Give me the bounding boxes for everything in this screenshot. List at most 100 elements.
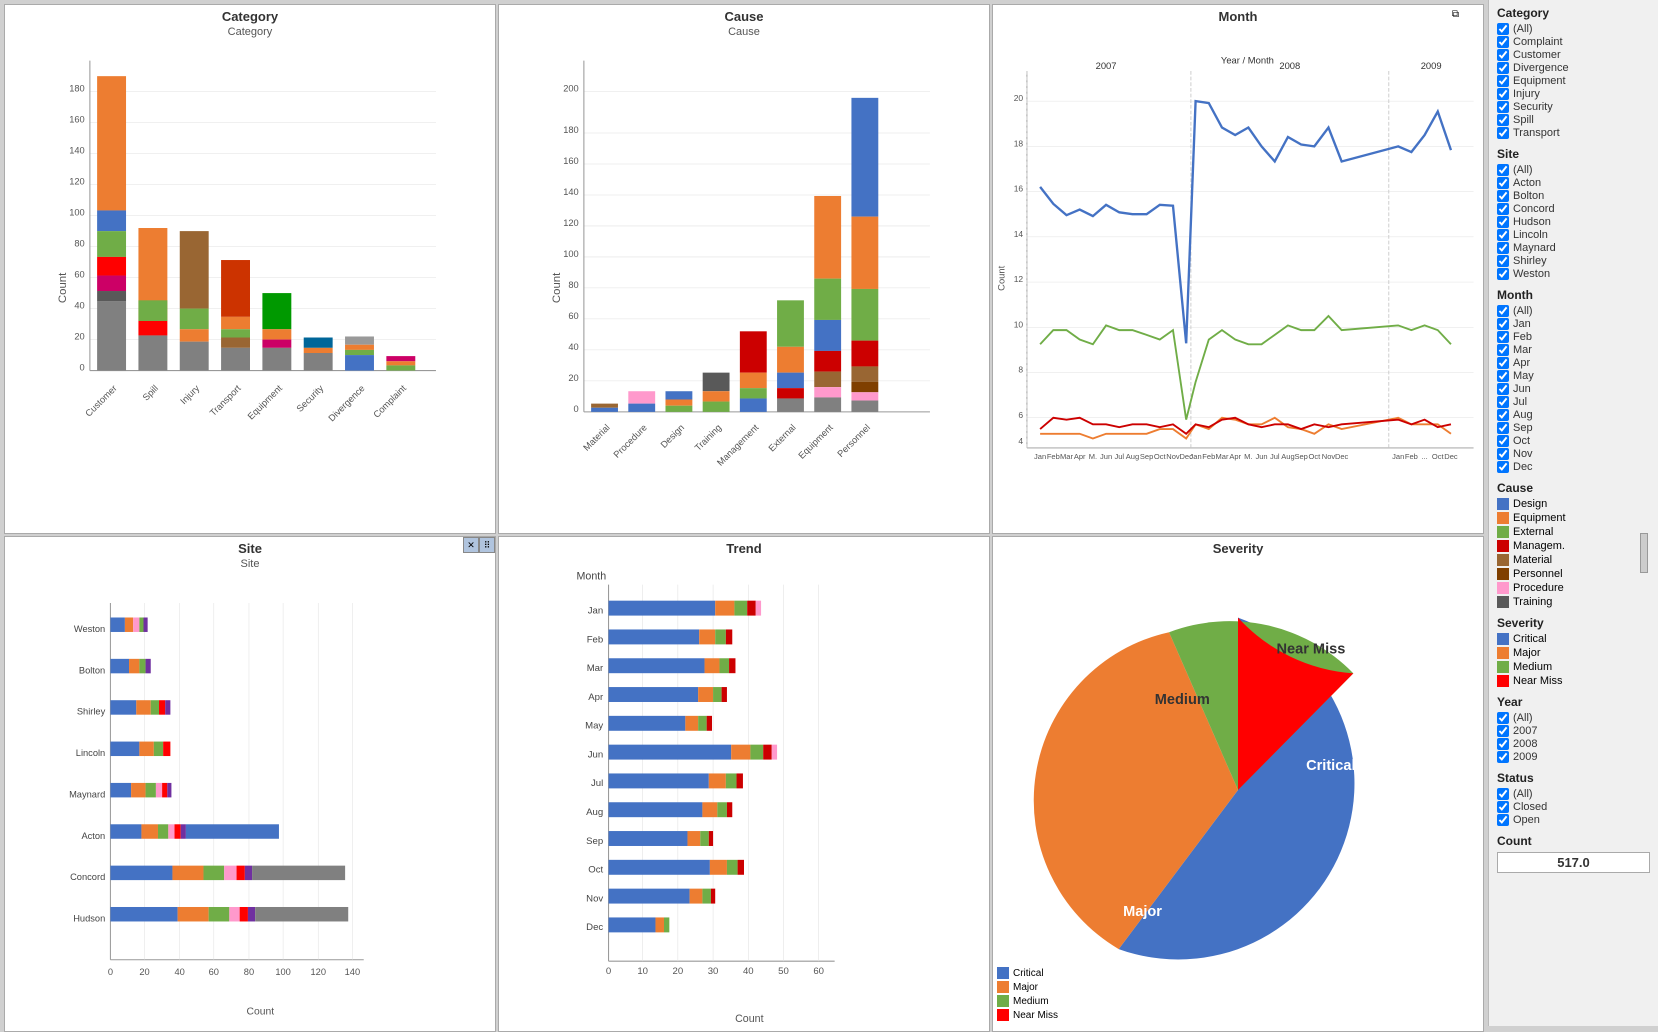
checkbox-status-closed[interactable] xyxy=(1497,801,1509,813)
sidebar-site-weston[interactable]: Weston xyxy=(1497,268,1650,280)
sidebar-cat-complaint[interactable]: Complaint xyxy=(1497,36,1650,48)
bar-procedure-main[interactable] xyxy=(628,391,655,403)
bar-equip-orange[interactable] xyxy=(262,329,291,339)
trend-jun-red[interactable] xyxy=(763,745,772,760)
bar-maynard-red[interactable] xyxy=(162,783,167,797)
bar-equip2-red[interactable] xyxy=(814,351,841,372)
bar-hudson-green[interactable] xyxy=(209,907,230,921)
sidebar-month-all[interactable]: (All) xyxy=(1497,305,1650,317)
bar-mgmt-main[interactable] xyxy=(740,331,767,372)
trend-jan-green[interactable] xyxy=(734,601,747,616)
bar-transport-brown[interactable] xyxy=(221,338,250,348)
bar-concord-orange[interactable] xyxy=(172,866,203,880)
bar-spill-green[interactable] xyxy=(138,300,167,321)
checkbox-month-dec[interactable] xyxy=(1497,461,1509,473)
bar-equip-gray[interactable] xyxy=(262,348,291,371)
bar-mgmt-orange[interactable] xyxy=(740,373,767,388)
bar-training-main[interactable] xyxy=(703,373,730,392)
sidebar-month-may[interactable]: May xyxy=(1497,370,1650,382)
bar-bolton-blue[interactable] xyxy=(110,659,129,673)
bar-design-orange[interactable] xyxy=(665,399,692,405)
checkbox-cat-transport[interactable] xyxy=(1497,127,1509,139)
sidebar-site-hudson[interactable]: Hudson xyxy=(1497,216,1650,228)
bar-weston-purple[interactable] xyxy=(144,617,148,631)
sidebar-site-acton[interactable]: Acton xyxy=(1497,177,1650,189)
site-drag-handle[interactable]: ⠿ xyxy=(479,537,495,553)
bar-weston-pink[interactable] xyxy=(133,617,139,631)
sidebar-site-concord[interactable]: Concord xyxy=(1497,203,1650,215)
bar-concord-pink[interactable] xyxy=(224,866,236,880)
trend-nov-orange[interactable] xyxy=(690,889,703,904)
bar-personnel-main[interactable] xyxy=(851,98,878,217)
bar-bolton-purple[interactable] xyxy=(146,659,151,673)
checkbox-month-aug[interactable] xyxy=(1497,409,1509,421)
bar-customer-main[interactable] xyxy=(97,76,126,210)
sidebar-month-sep[interactable]: Sep xyxy=(1497,422,1650,434)
trend-jan-red[interactable] xyxy=(747,601,756,616)
trend-jun-orange[interactable] xyxy=(731,745,750,760)
trend-dec-orange[interactable] xyxy=(655,917,664,932)
trend-jun-pink[interactable] xyxy=(772,745,777,760)
bar-shirley-blue[interactable] xyxy=(110,700,136,714)
bar-weston-blue[interactable] xyxy=(110,617,124,631)
sidebar-cat-spill[interactable]: Spill xyxy=(1497,114,1650,126)
bar-equip2-main[interactable] xyxy=(814,196,841,279)
bar-acton-blue[interactable] xyxy=(110,824,141,838)
bar-complaint-green[interactable] xyxy=(386,365,415,370)
bar-customer-lgray[interactable] xyxy=(97,301,126,370)
checkbox-year-all[interactable] xyxy=(1497,712,1509,724)
bar-personnel-darkbrown[interactable] xyxy=(851,382,878,392)
trend-aug-red[interactable] xyxy=(727,802,732,817)
trend-apr-red[interactable] xyxy=(722,687,727,702)
bar-acton-blue2[interactable] xyxy=(186,824,279,838)
bar-acton-green[interactable] xyxy=(158,824,168,838)
bar-hudson-purple[interactable] xyxy=(248,907,255,921)
trend-oct-red[interactable] xyxy=(738,860,744,875)
bar-lincoln-blue[interactable] xyxy=(110,742,139,756)
bar-acton-pink[interactable] xyxy=(168,824,174,838)
bar-personnel-red[interactable] xyxy=(851,341,878,367)
sidebar-cat-transport[interactable]: Transport xyxy=(1497,127,1650,139)
sidebar-month-jan[interactable]: Jan xyxy=(1497,318,1650,330)
bar-hudson-pink[interactable] xyxy=(229,907,239,921)
trend-oct-blue[interactable] xyxy=(609,860,710,875)
checkbox-month-jan[interactable] xyxy=(1497,318,1509,330)
sidebar-month-dec[interactable]: Dec xyxy=(1497,461,1650,473)
checkbox-site-concord[interactable] xyxy=(1497,203,1509,215)
checkbox-cat-spill[interactable] xyxy=(1497,114,1509,126)
checkbox-site-weston[interactable] xyxy=(1497,268,1509,280)
trend-feb-green[interactable] xyxy=(715,629,726,644)
bar-hudson-red[interactable] xyxy=(240,907,248,921)
checkbox-month-nov[interactable] xyxy=(1497,448,1509,460)
trend-jan-pink[interactable] xyxy=(756,601,761,616)
sidebar-site-all[interactable]: (All) xyxy=(1497,164,1650,176)
trend-aug-blue[interactable] xyxy=(609,802,703,817)
trend-feb-red[interactable] xyxy=(726,629,732,644)
trend-apr-orange[interactable] xyxy=(698,687,713,702)
bar-shirley-green[interactable] xyxy=(151,700,159,714)
sidebar-month-nov[interactable]: Nov xyxy=(1497,448,1650,460)
bar-diverg-orange[interactable] xyxy=(345,345,374,350)
checkbox-status-open[interactable] xyxy=(1497,814,1509,826)
bar-concord-red[interactable] xyxy=(237,866,245,880)
bar-diverg-blue[interactable] xyxy=(345,355,374,370)
bar-customer-gray[interactable] xyxy=(97,291,126,301)
bar-customer-blue[interactable] xyxy=(97,210,126,231)
bar-design-green[interactable] xyxy=(665,406,692,412)
checkbox-cat-divergence[interactable] xyxy=(1497,62,1509,74)
sidebar-month-jun[interactable]: Jun xyxy=(1497,383,1650,395)
bar-bolton-green[interactable] xyxy=(139,659,145,673)
bar-mgmt-green[interactable] xyxy=(740,388,767,398)
bar-personnel-gray[interactable] xyxy=(851,401,878,412)
sidebar-cat-equipment[interactable]: Equipment xyxy=(1497,75,1650,87)
sidebar-status-all[interactable]: (All) xyxy=(1497,788,1650,800)
bar-external-main[interactable] xyxy=(777,300,804,346)
checkbox-site-shirley[interactable] xyxy=(1497,255,1509,267)
bar-acton-red[interactable] xyxy=(175,824,181,838)
bar-lincoln-red[interactable] xyxy=(163,742,170,756)
bar-transport-main[interactable] xyxy=(221,260,250,317)
checkbox-month-all[interactable] xyxy=(1497,305,1509,317)
bar-maynard-purple[interactable] xyxy=(167,783,171,797)
bar-spill-red[interactable] xyxy=(138,321,167,335)
sidebar-year-2007[interactable]: 2007 xyxy=(1497,725,1650,737)
